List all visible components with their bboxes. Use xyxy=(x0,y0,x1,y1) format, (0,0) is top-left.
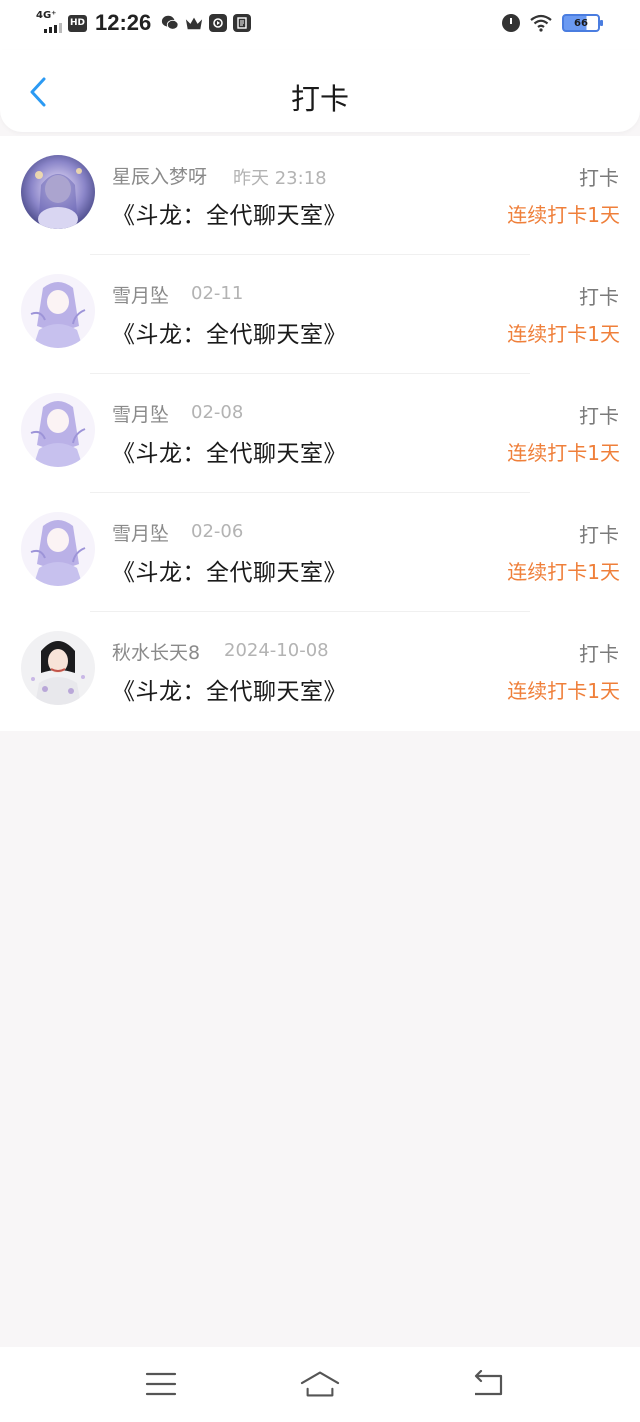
checkin-time: 02-06 xyxy=(191,521,244,542)
home-button[interactable] xyxy=(300,1367,340,1401)
streak-label: 连续打卡1天 xyxy=(507,203,620,227)
avatar[interactable] xyxy=(21,631,95,705)
notes-app-icon xyxy=(233,14,252,32)
action-label: 打卡 xyxy=(579,166,619,190)
avatar[interactable] xyxy=(21,274,95,348)
list-item[interactable]: 星辰入梦呀 昨天 23:18 《斗龙：全代聊天室》 打卡 连续打卡1天 xyxy=(0,136,640,255)
room-name[interactable]: 《斗龙：全代聊天室》 xyxy=(112,196,347,230)
hd-icon: HD xyxy=(68,14,87,32)
list-item[interactable]: 雪月坠 02-11 《斗龙：全代聊天室》 打卡 连续打卡1天 xyxy=(0,255,640,374)
room-name[interactable]: 《斗龙：全代聊天室》 xyxy=(112,672,347,706)
streak-label: 连续打卡1天 xyxy=(507,560,620,584)
wechat-icon xyxy=(161,14,179,32)
username[interactable]: 雪月坠 xyxy=(112,519,169,546)
crown-icon xyxy=(185,14,203,32)
avatar[interactable] xyxy=(21,512,95,586)
home-icon xyxy=(300,1371,340,1397)
back-nav-button[interactable] xyxy=(468,1367,508,1401)
alarm-icon xyxy=(502,14,520,32)
action-label: 打卡 xyxy=(579,523,619,547)
list-item[interactable]: 雪月坠 02-06 《斗龙：全代聊天室》 打卡 连续打卡1天 xyxy=(0,493,640,612)
battery-level: 66 xyxy=(574,17,588,29)
checkin-time: 昨天 23:18 xyxy=(233,168,327,189)
status-time: 12:26 xyxy=(95,10,152,35)
room-name[interactable]: 《斗龙：全代聊天室》 xyxy=(112,553,347,587)
page-title: 打卡 xyxy=(290,84,349,116)
action-label: 打卡 xyxy=(579,642,619,666)
checkin-list: 星辰入梦呀 昨天 23:18 《斗龙：全代聊天室》 打卡 连续打卡1天 雪月坠 … xyxy=(0,136,640,731)
room-name[interactable]: 《斗龙：全代聊天室》 xyxy=(112,315,347,349)
username[interactable]: 星辰入梦呀 xyxy=(112,162,207,189)
username[interactable]: 雪月坠 xyxy=(112,281,169,308)
bottom-nav xyxy=(0,1347,640,1422)
menu-button[interactable] xyxy=(141,1367,181,1401)
wifi-icon xyxy=(530,14,552,32)
nav-header: 打卡 xyxy=(0,50,640,132)
back-icon xyxy=(474,1370,503,1396)
battery-icon: 66 xyxy=(562,14,603,32)
action-label: 打卡 xyxy=(579,285,619,309)
checkin-time: 02-08 xyxy=(191,402,244,423)
avatar[interactable] xyxy=(21,155,95,229)
checkin-time: 02-11 xyxy=(191,283,244,304)
signal-icon: 4G⁺ xyxy=(36,10,62,36)
status-bar: 4G⁺ HD 12:26 66 xyxy=(0,0,640,50)
network-type: 4G⁺ xyxy=(36,10,57,21)
room-name[interactable]: 《斗龙：全代聊天室》 xyxy=(112,434,347,468)
avatar[interactable] xyxy=(21,393,95,467)
streak-label: 连续打卡1天 xyxy=(507,322,620,346)
checkin-time: 2024-10-08 xyxy=(224,640,329,661)
username[interactable]: 雪月坠 xyxy=(112,400,169,427)
username[interactable]: 秋水长天8 xyxy=(112,638,200,665)
list-item[interactable]: 秋水长天8 2024-10-08 《斗龙：全代聊天室》 打卡 连续打卡1天 xyxy=(0,612,640,731)
streak-label: 连续打卡1天 xyxy=(507,679,620,703)
streak-label: 连续打卡1天 xyxy=(507,441,620,465)
video-app-icon xyxy=(209,14,228,32)
list-item[interactable]: 雪月坠 02-08 《斗龙：全代聊天室》 打卡 连续打卡1天 xyxy=(0,374,640,493)
action-label: 打卡 xyxy=(579,404,619,428)
menu-icon xyxy=(145,1372,177,1396)
